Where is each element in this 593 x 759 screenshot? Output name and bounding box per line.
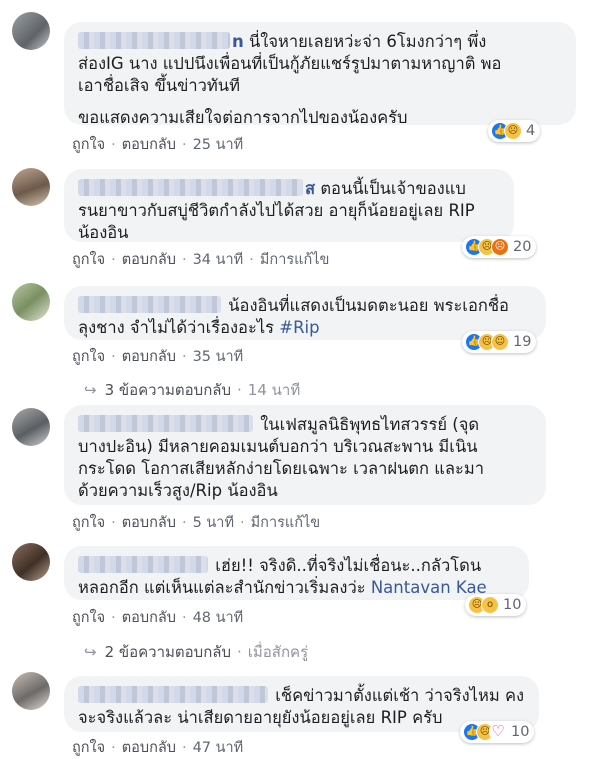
love-icon: ♡	[489, 723, 507, 741]
comment-line: ในเฟสมูลนิธิพุทธไทสวรรย์ (จุด	[260, 415, 480, 434]
blurred-author-name[interactable]	[78, 296, 221, 313]
reply-link[interactable]: ตอบกลับ	[122, 515, 176, 531]
like-link[interactable]: ถูกใจ	[72, 137, 105, 153]
reaction-summary[interactable]: ☹ o 10	[465, 594, 527, 616]
angry-icon: ☹	[491, 238, 509, 256]
replies-timestamp: เมื่อสักครู่	[247, 643, 309, 661]
blurred-author-name[interactable]	[78, 32, 230, 49]
avatar[interactable]	[12, 408, 50, 446]
comment-bubble: ส ตอนนี้เป็นเจ้าของแบ รนยาขาวกับสบู่ชีวิ…	[64, 169, 514, 242]
edited-label[interactable]: มีการแก้ไข	[260, 252, 330, 268]
reply-link[interactable]: ตอบกลับ	[122, 610, 176, 626]
timestamp[interactable]: 25 นาที	[193, 137, 244, 153]
reply-link[interactable]: ตอบกลับ	[122, 252, 176, 268]
wow-icon: o	[481, 596, 499, 614]
comment-actions: ถูกใจ · ตอบกลับ · 47 นาที	[72, 740, 244, 756]
view-replies[interactable]: ↪ 2 ข้อความตอบกลับ · เมื่อสักครู่	[84, 640, 308, 664]
comment-line: ส่องIG นาง แปปนึงเพื่อนที่เป็นกู้ภัยแชร์…	[78, 54, 502, 73]
comment-text: น้องอินที่แสดงเป็นมดตะนอย พระเอกชื่อ	[78, 295, 532, 317]
comment-text: ในเฟสมูลนิธิพุทธไทสวรรย์ (จุด	[78, 414, 532, 436]
reply-link[interactable]: ตอบกลับ	[122, 349, 176, 365]
comment-line: เช็คข่าวมาตั้งแต่เช้า ว่าจริงไหม คง	[275, 686, 525, 705]
comment-line: รนยาขาวกับสบู่ชีวิตกำลังไปได้สวย อายุก็น…	[78, 201, 475, 220]
comment-text: n นี่ใจหายเลยหว่ะจ่า 6โมงกว่าๆ พึ่ง	[78, 31, 562, 53]
author-name[interactable]: ส	[305, 179, 315, 198]
reaction-summary[interactable]: 👍 ☹ ☹ 20	[462, 236, 537, 258]
reaction-summary[interactable]: 👍 ☹ ☺ 19	[462, 331, 537, 353]
reaction-count: 19	[513, 334, 532, 350]
avatar[interactable]	[12, 672, 50, 710]
comment-line: นี่ใจหายเลยหว่ะจ่า 6โมงกว่าๆ พึ่ง	[249, 32, 487, 51]
comment-line: เอาชื่อเสิจ ขึ้นข่าวทันที	[78, 76, 240, 95]
avatar[interactable]	[12, 283, 50, 321]
timestamp[interactable]: 48 นาที	[193, 610, 244, 626]
reply-link[interactable]: ตอบกลับ	[122, 137, 176, 153]
avatar[interactable]	[12, 168, 50, 206]
reaction-summary[interactable]: 👍 ☹ ♡ 10	[460, 721, 535, 743]
avatar[interactable]	[12, 12, 50, 50]
like-link[interactable]: ถูกใจ	[72, 610, 105, 626]
comment-bubble: เฮ่ย!! จริงดิ..ที่จริงไม่เชื่อนะ..กลัวโด…	[64, 546, 529, 600]
sad-icon: ☹	[504, 122, 522, 140]
author-name[interactable]: n	[232, 32, 244, 51]
like-link[interactable]: ถูกใจ	[72, 252, 105, 268]
edited-label[interactable]: มีการแก้ไข	[251, 515, 321, 531]
comment-line: บางปะอิน) มีหลายคอมเมนต์บอกว่า บริเวณสะพ…	[78, 437, 478, 456]
comment-line: ตอนนี้เป็นเจ้าของแบ	[320, 179, 466, 198]
comment-actions: ถูกใจ · ตอบกลับ · 25 นาที	[72, 137, 244, 153]
comment-line: กระโดด โอกาสเสียหลักง่ายโดยเฉพาะ เวลาฝนต…	[78, 459, 484, 478]
comment-actions: ถูกใจ · ตอบกลับ · 5 นาที · มีการแก้ไข	[72, 515, 321, 531]
reply-arrow-icon: ↪	[84, 381, 97, 399]
comment-text: เช็คข่าวมาตั้งแต่เช้า ว่าจริงไหม คง	[78, 685, 525, 707]
timestamp[interactable]: 34 นาที	[193, 252, 244, 268]
comment-bubble: ในเฟสมูลนิธิพุทธไทสวรรย์ (จุด บางปะอิน) …	[64, 405, 546, 505]
comment-line: น้องอินที่แสดงเป็นมดตะนอย พระเอกชื่อ	[228, 296, 509, 315]
like-link[interactable]: ถูกใจ	[72, 349, 105, 365]
blurred-author-name[interactable]	[78, 556, 208, 573]
comment-line: เฮ่ย!! จริงดิ..ที่จริงไม่เชื่อนะ..กลัวโด…	[215, 556, 482, 575]
blurred-author-name[interactable]	[78, 686, 268, 703]
replies-timestamp: 14 นาที	[247, 381, 301, 399]
comment-line-text: ลุงชาง จำไม่ได้ว่าเรื่องอะไร	[78, 318, 274, 337]
avatar[interactable]	[12, 543, 50, 581]
reaction-count: 4	[526, 123, 536, 139]
comment-actions: ถูกใจ · ตอบกลับ · 34 นาที · มีการแก้ไข	[72, 252, 330, 268]
mention-link[interactable]: Nantavan Kae	[371, 578, 487, 597]
comment-line: จะจริงแล้วละ น่าเสียดายอายุยังน้อยอยู่เล…	[78, 708, 443, 727]
blurred-author-name[interactable]	[78, 415, 253, 432]
comment-line: หลอกอีก แต่เห็นแต่ละสำนักข่าวเริ่มลงว่ะ …	[78, 577, 515, 599]
like-link[interactable]: ถูกใจ	[72, 740, 105, 756]
reaction-count: 10	[511, 724, 530, 740]
comment-bubble: n นี่ใจหายเลยหว่ะจ่า 6โมงกว่าๆ พึ่ง ส่อง…	[64, 22, 576, 127]
comment-line-text: หลอกอีก แต่เห็นแต่ละสำนักข่าวเริ่มลงว่ะ	[78, 578, 366, 597]
like-link[interactable]: ถูกใจ	[72, 515, 105, 531]
comment-text: ส ตอนนี้เป็นเจ้าของแบ	[78, 178, 500, 200]
reply-arrow-icon: ↪	[84, 643, 97, 661]
haha-icon: ☺	[491, 333, 509, 351]
reaction-count: 20	[513, 239, 532, 255]
comment-line: ด้วยความเร็วสูง/Rip น้องอิน	[78, 481, 278, 500]
replies-label[interactable]: 3 ข้อความตอบกลับ	[105, 381, 231, 399]
comment-actions: ถูกใจ · ตอบกลับ · 35 นาที	[72, 349, 244, 365]
timestamp[interactable]: 35 นาที	[193, 349, 244, 365]
hashtag-link[interactable]: #Rip	[279, 318, 319, 337]
view-replies[interactable]: ↪ 3 ข้อความตอบกลับ · 14 นาที	[84, 378, 300, 402]
timestamp[interactable]: 47 นาที	[193, 740, 244, 756]
reaction-summary[interactable]: 👍 ☹ 4	[488, 120, 541, 142]
comment-line: น้องอิน	[78, 223, 129, 242]
blurred-author-name[interactable]	[78, 179, 303, 196]
comment-actions: ถูกใจ · ตอบกลับ · 48 นาที	[72, 610, 244, 626]
reply-link[interactable]: ตอบกลับ	[122, 740, 176, 756]
comment-text: เฮ่ย!! จริงดิ..ที่จริงไม่เชื่อนะ..กลัวโด…	[78, 555, 515, 577]
timestamp[interactable]: 5 นาที	[193, 515, 234, 531]
replies-label[interactable]: 2 ข้อความตอบกลับ	[105, 643, 231, 661]
reaction-count: 10	[503, 597, 522, 613]
